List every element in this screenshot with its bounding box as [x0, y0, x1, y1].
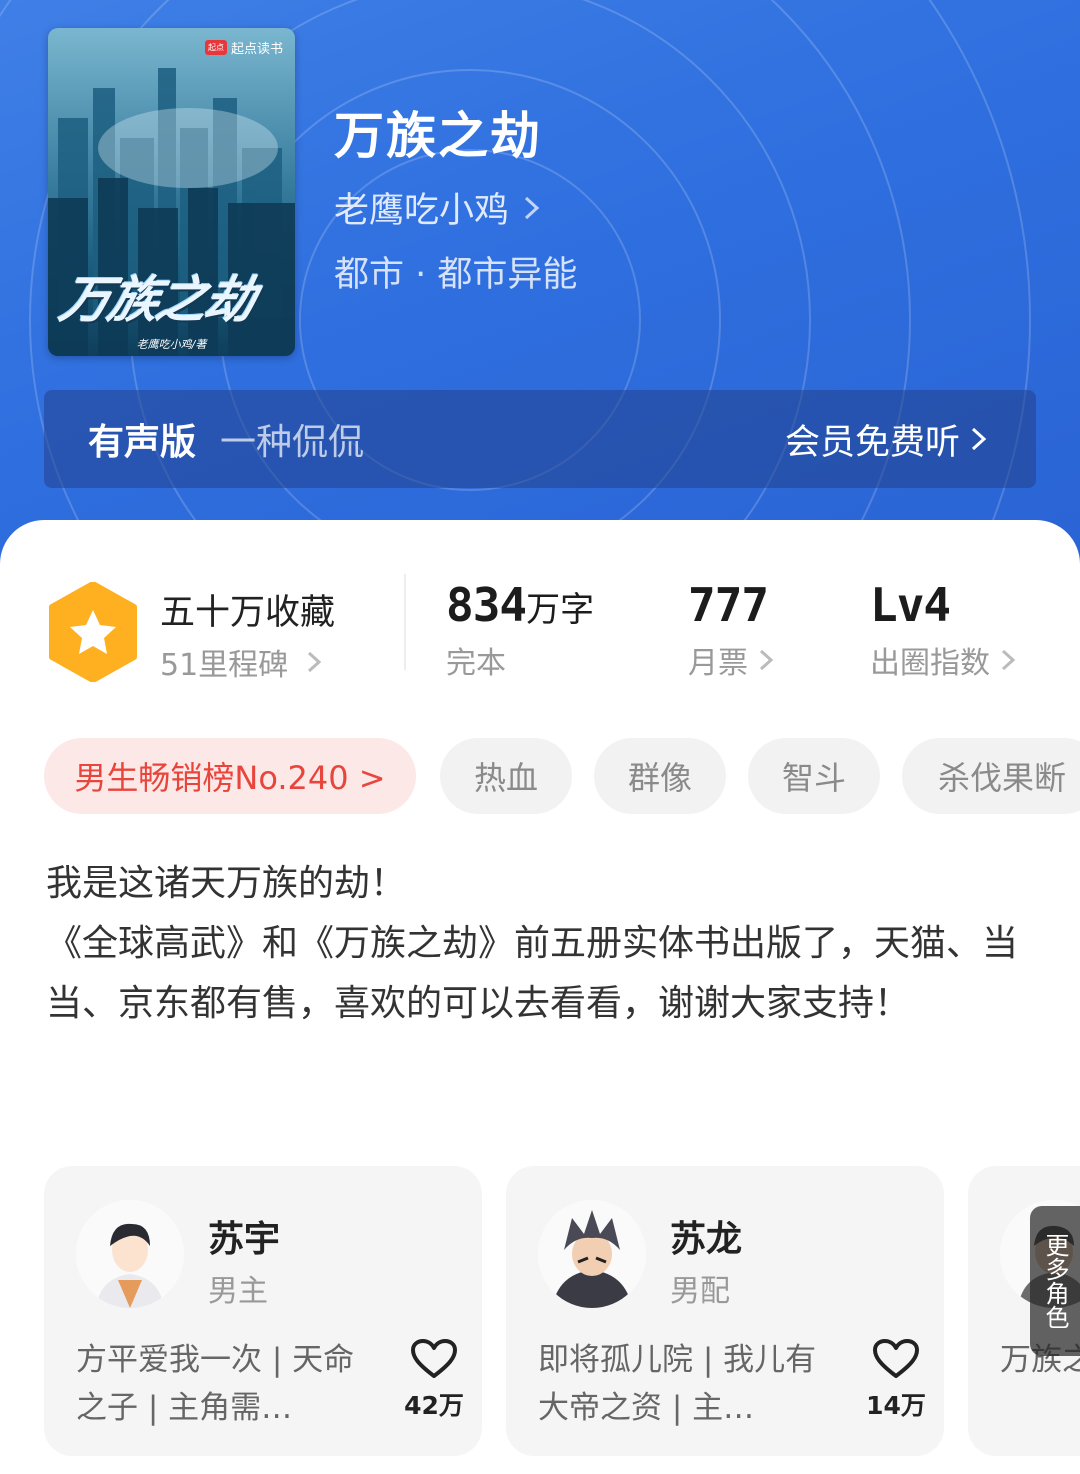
- circle-index-value: Lv4: [870, 578, 951, 632]
- character-portrait: [538, 1200, 646, 1308]
- more-roles-button[interactable]: 更多角色: [1030, 1206, 1080, 1356]
- chevron-right-icon: [1001, 649, 1016, 671]
- tag-chip[interactable]: 杀伐果断: [902, 738, 1080, 814]
- monthly-ticket-stat[interactable]: 777 月票: [688, 578, 774, 682]
- character-description: 即将孤儿院 | 我儿有大帝之资 | 主…: [538, 1342, 817, 1426]
- author-name: 老鹰吃小鸡: [334, 191, 510, 231]
- cover-brand: 起点 起点读书: [204, 38, 283, 57]
- like-button[interactable]: 14万: [856, 1338, 936, 1422]
- word-count-value: 834: [446, 578, 527, 632]
- author-link[interactable]: 老鹰吃小鸡: [334, 182, 541, 233]
- circle-index-stat[interactable]: Lv4 出圈指数: [870, 578, 1016, 682]
- cover-author: 老鹰吃小鸡/著: [136, 338, 207, 351]
- stats-row: 五十万收藏 51里程碑 834万字 完本 777 月票 Lv4 出圈指数: [0, 520, 1080, 720]
- audio-version-bar[interactable]: 有声版 一种侃侃 会员免费听: [44, 390, 1036, 488]
- chevron-right-icon: [525, 196, 540, 219]
- character-role: 男配: [670, 1274, 730, 1309]
- circle-index-label: 出圈指数: [870, 646, 990, 681]
- character-cards: 苏宇 男主 方平爱我一次 | 天命之子 | 主角需… 42万 苏龙 男配 即将孤…: [0, 1166, 1080, 1474]
- chevron-right-icon: [971, 427, 987, 451]
- character-role: 男主: [208, 1274, 268, 1309]
- book-detail-panel: 五十万收藏 51里程碑 834万字 完本 777 月票 Lv4 出圈指数 男生畅…: [0, 520, 1080, 1474]
- audio-label: 有声版: [88, 422, 197, 463]
- chevron-right-icon: [308, 651, 322, 673]
- book-synopsis[interactable]: 我是这诸天万族的劫！ 《全球高武》和《万族之劫》前五册实体书出版了，天猫、当当、…: [46, 854, 1036, 1034]
- like-button[interactable]: 42万: [394, 1338, 474, 1422]
- character-description: 方平爱我一次 | 天命之子 | 主角需…: [76, 1342, 355, 1426]
- like-count: 42万: [404, 1391, 464, 1420]
- like-count: 14万: [866, 1391, 926, 1420]
- character-card[interactable]: 苏宇 男主 方平爱我一次 | 天命之子 | 主角需… 42万: [44, 1166, 482, 1456]
- character-portrait: [76, 1200, 184, 1308]
- star-badge-icon: [49, 582, 137, 682]
- book-title: 万族之劫: [334, 107, 542, 165]
- completion-status: 完本: [446, 646, 506, 681]
- monthly-ticket-label: 月票: [688, 646, 748, 681]
- heart-icon: [873, 1339, 919, 1378]
- tag-row: 男生畅销榜No.240 > 热血 群像 智斗 杀伐果断: [0, 738, 1080, 814]
- cover-brand-label: 起点读书: [230, 42, 283, 57]
- cover-brand-badge: 起点: [204, 40, 227, 55]
- divider: [404, 574, 406, 670]
- character-name: 苏宇: [208, 1219, 281, 1260]
- favorites-count: 五十万收藏: [160, 593, 336, 633]
- heart-icon: [411, 1339, 457, 1378]
- member-free-listen-label: 会员免费听: [784, 422, 960, 463]
- word-count-stat: 834万字 完本: [446, 578, 594, 682]
- tag-chip[interactable]: 热血: [440, 738, 572, 814]
- book-header: 起点 起点读书 万族之劫 老鹰吃小鸡/著 万族之劫 老鹰吃小鸡 都市 · 都市异…: [0, 0, 1080, 580]
- monthly-ticket-value: 777: [688, 578, 769, 632]
- member-free-listen-button[interactable]: 会员免费听: [785, 414, 988, 465]
- sales-rank-tag[interactable]: 男生畅销榜No.240 >: [44, 738, 416, 814]
- genre-label: 都市 · 都市异能: [334, 255, 578, 295]
- tag-chip[interactable]: 智斗: [748, 738, 880, 814]
- character-card[interactable]: 苏龙 男配 即将孤儿院 | 我儿有大帝之资 | 主… 14万: [506, 1166, 944, 1456]
- character-name: 苏龙: [670, 1219, 743, 1260]
- avatar: [538, 1200, 646, 1308]
- audio-narrator: 一种侃侃: [220, 422, 365, 463]
- avatar: [76, 1200, 184, 1308]
- milestone-link[interactable]: 51里程碑: [160, 640, 322, 684]
- book-cover[interactable]: 起点 起点读书 万族之劫 老鹰吃小鸡/著: [48, 28, 295, 356]
- word-count-unit: 万字: [526, 590, 595, 630]
- milestone-label: 51里程碑: [160, 648, 289, 683]
- tag-chip[interactable]: 群像: [594, 738, 726, 814]
- chevron-right-icon: [759, 649, 774, 671]
- cover-title: 万族之劫: [54, 271, 260, 329]
